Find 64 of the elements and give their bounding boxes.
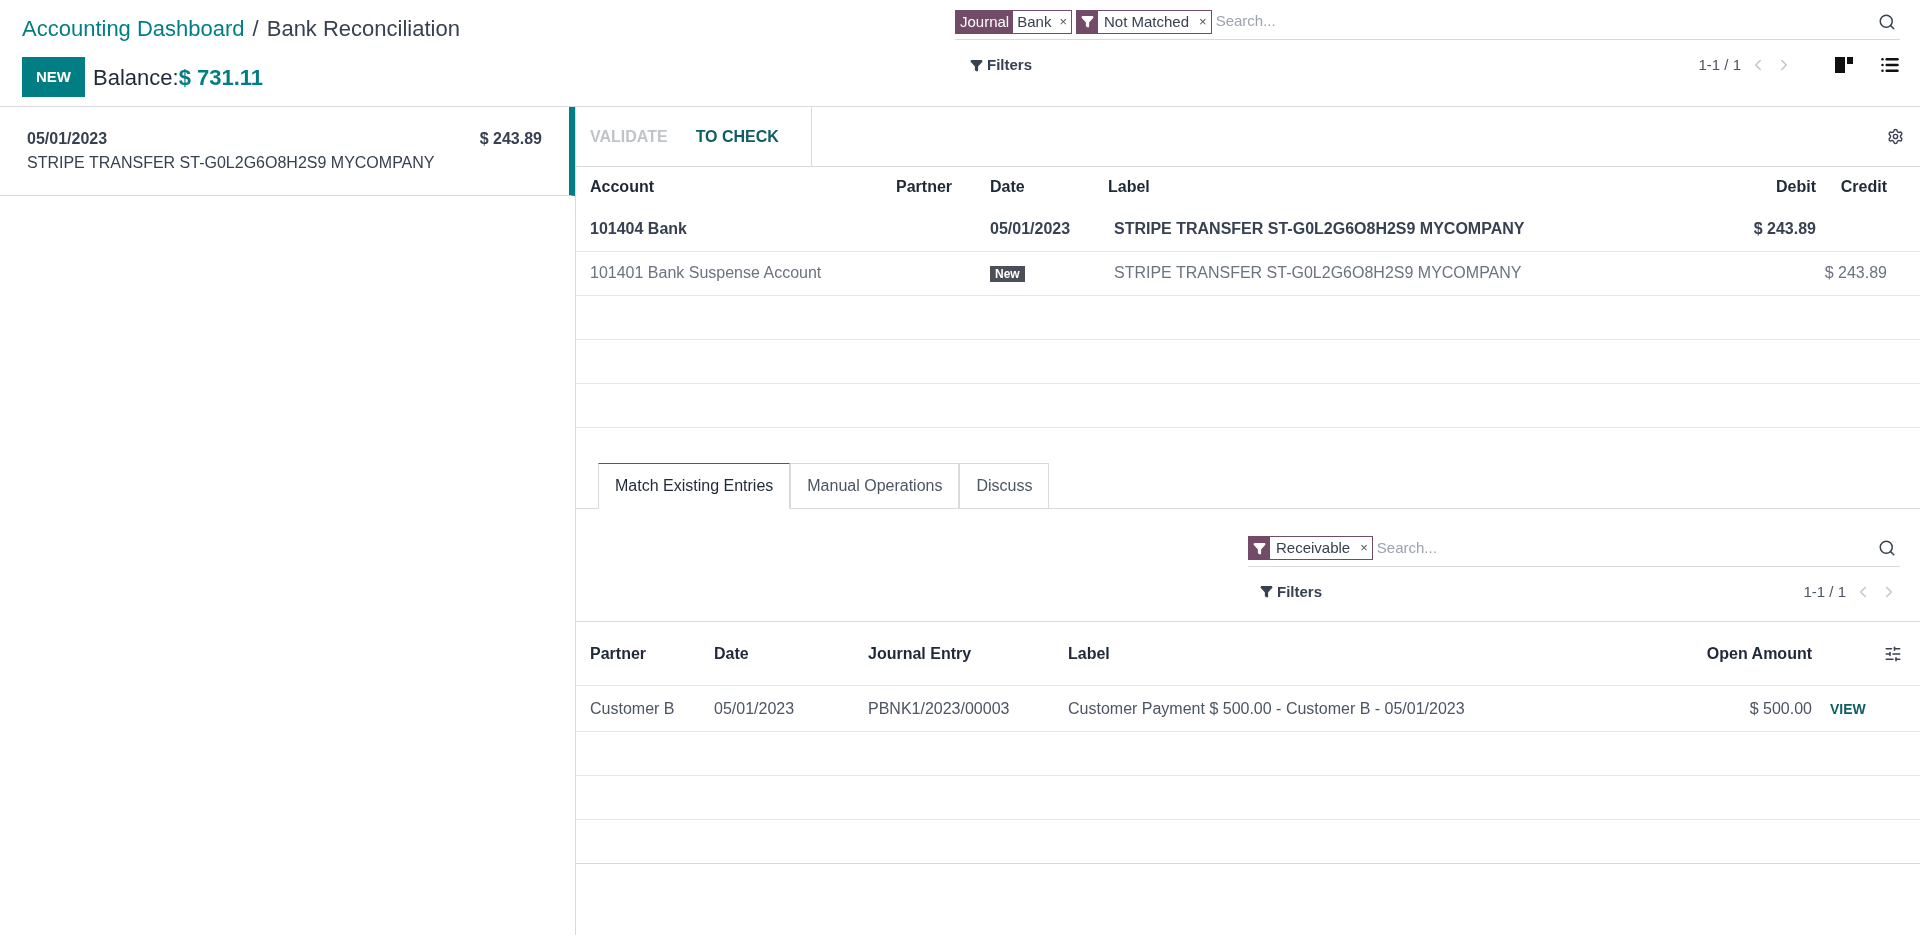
filters-button[interactable]: Filters: [970, 54, 1032, 77]
search-field[interactable]: Search...: [1215, 10, 1878, 33]
column-header: Partner: [576, 621, 714, 686]
remove-facet-button[interactable]: ×: [1055, 10, 1071, 33]
tab[interactable]: Discuss: [959, 462, 1050, 509]
breadcrumb-separator: /: [252, 15, 259, 43]
settings-icon[interactable]: [1887, 128, 1904, 145]
debit-cell: $ 243.89: [1753, 219, 1816, 237]
new-badge: New: [990, 266, 1025, 282]
search-facet[interactable]: Not Matched ×: [1076, 9, 1212, 34]
view-link[interactable]: VIEW: [1830, 700, 1866, 717]
filter-icon: [1081, 15, 1094, 28]
label-cell: Customer Payment $ 500.00 - Customer B - 05/01/2023: [1068, 699, 1465, 717]
column-header: Credit: [1839, 177, 1888, 197]
open-amount-cell: $ 500.00: [1749, 699, 1812, 717]
column-header: Journal Entry: [868, 621, 1068, 686]
column-header: Label: [1068, 621, 1657, 686]
account-cell: 101404 Bank: [590, 219, 687, 237]
facet-value: Receivable: [1275, 538, 1352, 558]
credit-cell: $ 243.89: [1824, 264, 1887, 281]
column-header: Date: [989, 177, 1026, 197]
action-button[interactable]: TO CHECK: [681, 124, 793, 149]
search-facet[interactable]: Receivable ×: [1248, 536, 1373, 560]
label-cell: STRIPE TRANSFER ST-G0L2G6O8H2S9 MYCOMPANY: [1114, 264, 1522, 281]
statement-label: STRIPE TRANSFER ST-G0L2G6O8H2S9 MYCOMPANY: [27, 153, 436, 173]
search-facet[interactable]: Journal Bank ×: [955, 9, 1072, 34]
filters-button[interactable]: Filters: [1260, 580, 1322, 603]
date-cell: 05/01/2023: [990, 219, 1071, 237]
search-field[interactable]: Search...: [1376, 536, 1878, 560]
facet-value: Not Matched: [1103, 11, 1191, 32]
facet-value: Bank: [1016, 11, 1053, 32]
column-header: Label: [1108, 177, 1151, 197]
statement-line[interactable]: 05/01/2023 $ 243.89 STRIPE TRANSFER ST-G0L2G6O8H2S9 MYCOMPANY: [0, 107, 575, 196]
column-header: Date: [714, 621, 868, 686]
tab[interactable]: Match Existing Entries: [598, 462, 791, 509]
column-header: Account: [589, 177, 655, 197]
remove-facet-button[interactable]: ×: [1356, 537, 1372, 559]
filter-icon: [1253, 541, 1266, 555]
search-icon[interactable]: [1878, 539, 1896, 557]
filter-icon: [970, 58, 983, 72]
partner-cell: Customer B: [590, 699, 675, 717]
journal-entry-cell: PBNK1/2023/00003: [868, 699, 1010, 717]
search-icon[interactable]: [1878, 12, 1896, 31]
pager-value[interactable]: 1-1 / 1: [1698, 54, 1741, 77]
statement-date: 05/01/2023: [27, 129, 108, 149]
filter-icon: [1260, 585, 1273, 599]
kanban-view-icon[interactable]: [1835, 57, 1853, 74]
new-button[interactable]: NEW: [22, 57, 85, 97]
balance-label: Balance:: [93, 63, 179, 92]
label-cell: STRIPE TRANSFER ST-G0L2G6O8H2S9 MYCOMPANY: [1114, 219, 1525, 237]
statement-amount: $ 243.89: [479, 129, 542, 149]
balance-amount: $ 731.11: [178, 63, 264, 92]
page-title: Bank Reconciliation: [266, 15, 460, 43]
sliders-icon[interactable]: [1884, 645, 1902, 664]
column-header: Open Amount: [1656, 621, 1812, 686]
account-cell: 101401 Bank Suspense Account: [590, 264, 822, 281]
pager-value[interactable]: 1-1 / 1: [1803, 580, 1846, 603]
column-header: Debit: [1775, 177, 1817, 197]
breadcrumb-link[interactable]: Accounting Dashboard: [22, 12, 245, 45]
date-cell: 05/01/2023: [714, 699, 795, 717]
facet-name: Journal: [956, 10, 1014, 33]
column-header: Partner: [896, 177, 954, 197]
remove-facet-button[interactable]: ×: [1195, 10, 1211, 33]
tab[interactable]: Manual Operations: [790, 462, 960, 509]
